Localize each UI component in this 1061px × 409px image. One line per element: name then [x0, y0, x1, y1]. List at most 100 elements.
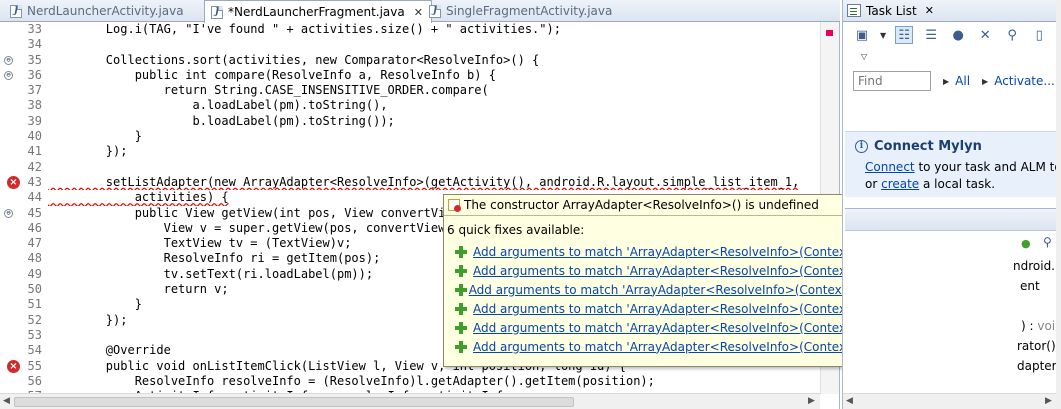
connect-link[interactable]: Connect [865, 160, 915, 174]
line-number: 38 [27, 98, 42, 113]
scroll-right-icon[interactable]: ▶ [1045, 396, 1052, 406]
error-overview-marker[interactable] [826, 30, 833, 36]
error-message: The constructor ArrayAdapter<ResolveInfo… [464, 198, 819, 212]
close-icon[interactable]: ✕ [414, 6, 423, 19]
line-number: 51 [27, 297, 42, 312]
tab-single-fragment-activity[interactable]: J SingleFragmentActivity.java [423, 0, 620, 22]
line-number: 52 [27, 312, 42, 327]
add-icon [455, 321, 467, 334]
new-task-icon[interactable]: ▣ [853, 26, 871, 44]
mylyn-connect-line: Connect to your task and ALM to [855, 159, 1061, 176]
quick-fix-link[interactable]: Add arguments to match 'ArrayAdapter<Res… [473, 264, 905, 278]
categorized-view-icon[interactable]: ☷ [895, 26, 914, 44]
scroll-right-icon[interactable]: ▶ [808, 396, 815, 406]
scrollbar-thumb[interactable] [14, 397, 574, 407]
line-number: 41 [27, 144, 42, 159]
scroll-left-icon[interactable]: ◀ [846, 396, 853, 406]
code-line[interactable]: public int compare(ResolveInfo a, Resolv… [48, 68, 818, 83]
code-line[interactable]: setListAdapter(new ArrayAdapter<ResolveI… [48, 175, 818, 190]
add-icon [455, 245, 467, 258]
view-menu-icon[interactable]: ▽ [843, 48, 1061, 62]
triangle-right-icon: ▶ [982, 76, 989, 86]
tab-label: *NerdLauncherFragment.java [228, 5, 405, 19]
line-number: 34 [27, 37, 42, 52]
connect-mylyn-panel: i Connect Mylyn Connect to your task and… [845, 131, 1061, 197]
create-text: a local task. [919, 177, 996, 191]
fold-toggle-icon[interactable]: ⊖ [4, 208, 13, 218]
all-filter-link[interactable]: All [955, 74, 970, 88]
info-icon: i [855, 140, 868, 153]
mylyn-title: Connect Mylyn [874, 139, 982, 154]
code-line[interactable]: a.loadLabel(pm).toString(), [48, 98, 818, 113]
activate-link[interactable]: Activate... [994, 74, 1055, 88]
code-line[interactable]: Collections.sort(activities, new Compara… [48, 53, 818, 68]
code-line[interactable] [48, 37, 818, 52]
create-link[interactable]: create [881, 177, 919, 191]
line-number: 50 [27, 282, 42, 297]
collapse-all-icon[interactable]: ● [949, 26, 967, 44]
line-number: 54 [27, 343, 42, 358]
vertical-scrollbar[interactable] [1056, 0, 1061, 409]
outline-sig: ) : [1021, 319, 1038, 333]
outline-text: ) : voi [1021, 319, 1055, 333]
line-number: 47 [27, 236, 42, 251]
code-line[interactable]: ResolveInfo resolveInfo = (ResolveInfo)l… [48, 374, 818, 389]
task-list-toolbar: ▣ ▼ ☷ ☰ ● ✕ ⚲ ▯ [843, 22, 1061, 48]
line-number: 49 [27, 266, 42, 281]
add-icon [455, 302, 467, 315]
line-number: 35 ⊖ [0, 53, 42, 68]
close-icon[interactable]: ✕ [925, 4, 934, 17]
tab-label: SingleFragmentActivity.java [446, 4, 613, 18]
task-list-view: Task List ✕ ▣ ▼ ☷ ☰ ● ✕ ⚲ ▯ ▽ ▶ All ▶ Ac… [842, 0, 1061, 409]
task-list-icon [847, 4, 861, 17]
horizontal-scrollbar[interactable]: ◀ ▶ [0, 393, 820, 409]
connect-text: to your task and ALM to [914, 160, 1061, 174]
focus-icon[interactable]: ✕ [976, 26, 994, 44]
task-list-tab[interactable]: Task List ✕ [843, 0, 1061, 22]
tab-nerdlauncher-activity[interactable]: J NerdLauncherActivity.java [4, 0, 192, 22]
outline-text: rator() [1017, 339, 1056, 353]
line-number: 53 [27, 327, 42, 342]
synchronize-icon[interactable]: ⚲ [1003, 26, 1021, 44]
find-input[interactable] [853, 71, 931, 91]
error-icon [448, 199, 461, 212]
scheduled-view-icon[interactable]: ☰ [922, 26, 940, 44]
tab-label: NerdLauncherActivity.java [27, 4, 184, 18]
editor-tab-bar: J NerdLauncherActivity.java J *NerdLaunc… [0, 0, 840, 23]
code-line[interactable]: return String.CASE_INSENSITIVE_ORDER.com… [48, 83, 818, 98]
line-number: 55 [27, 358, 42, 373]
line-number: 46 [27, 220, 42, 235]
find-row: ▶ All ▶ Activate... [843, 68, 1061, 94]
line-number: 56 [27, 373, 42, 388]
line-number: 36 ⊖ [0, 68, 42, 83]
code-line[interactable]: }); [48, 144, 818, 159]
scroll-left-icon[interactable]: ◀ [3, 396, 10, 406]
code-line[interactable]: } [48, 129, 818, 144]
java-file-icon: J [211, 5, 223, 19]
outline-text: ent [1020, 279, 1040, 293]
java-file-icon: J [10, 4, 22, 18]
pin-icon[interactable]: ⚲ [1043, 235, 1052, 249]
or-text: or [865, 177, 882, 191]
tab-nerdlauncher-fragment[interactable]: J *NerdLauncherFragment.java ✕ [204, 0, 432, 23]
line-number: 33 [27, 22, 42, 36]
outline-text: ndroid. [1013, 259, 1055, 273]
line-number: 39 [27, 113, 42, 128]
outline-view-fragment: ● ⚲ ndroid. ent ) : voi rator() dapter( [845, 208, 1061, 409]
link-icon[interactable]: ▯ [1030, 26, 1048, 44]
java-file-icon: J [429, 4, 441, 18]
code-line[interactable]: Log.i(TAG, "I've found " + activities.si… [48, 22, 818, 37]
fold-toggle-icon[interactable]: ⊖ [4, 70, 13, 80]
chevron-down-icon[interactable]: ▼ [880, 31, 886, 40]
code-line[interactable]: b.loadLabel(pm).toString()); [48, 114, 818, 129]
quick-fix-link[interactable]: Add arguments to match 'ArrayAdapter<Res… [473, 245, 882, 259]
fold-toggle-icon[interactable]: ⊖ [4, 55, 13, 65]
line-number: 45 ⊖ [0, 206, 42, 221]
code-line[interactable] [48, 160, 818, 175]
line-number: 44 [27, 190, 42, 205]
mylyn-heading: i Connect Mylyn [855, 138, 1060, 155]
add-icon [455, 264, 467, 277]
horizontal-scrollbar[interactable]: ◀ ▶ [843, 393, 1056, 409]
line-number: 48 [27, 251, 42, 266]
add-icon [455, 283, 467, 296]
